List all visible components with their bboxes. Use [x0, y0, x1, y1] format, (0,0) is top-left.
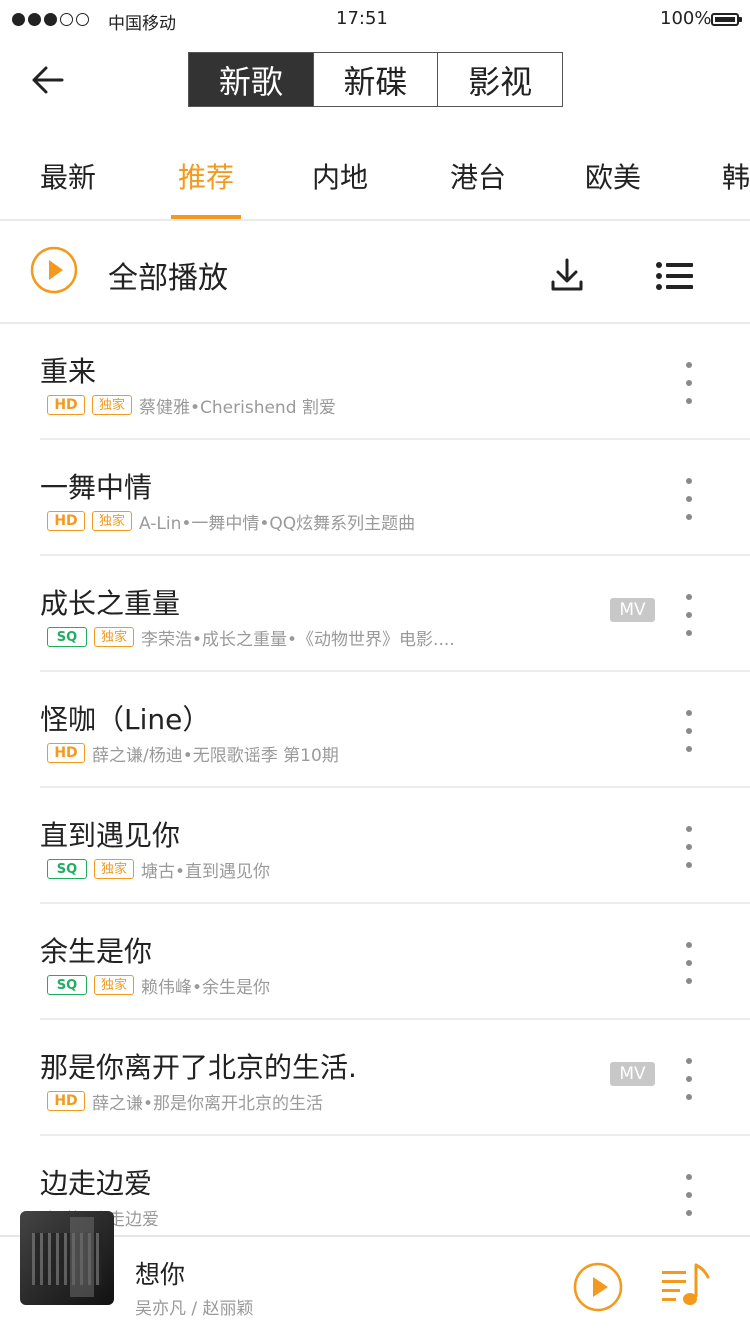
play-all-label[interactable]: 全部播放: [108, 253, 228, 297]
song-title: 余生是你: [40, 935, 153, 968]
now-playing-bar[interactable]: 想你 吴亦凡 / 赵丽颖: [0, 1211, 750, 1336]
song-meta: HD 独家 A-Lin•一舞中情•QQ炫舞系列主题曲: [47, 509, 416, 534]
play-all-bar: 全部播放: [0, 221, 750, 324]
list-icon[interactable]: [655, 261, 695, 291]
exclusive-badge: 独家: [94, 627, 134, 647]
carrier-name: 中国移动: [108, 14, 176, 34]
song-title: 直到遇见你: [40, 819, 181, 852]
more-vertical-icon[interactable]: [680, 478, 698, 520]
song-title: 一舞中情: [40, 471, 153, 504]
song-artist-album: 塘古•直到遇见你: [141, 861, 271, 882]
signal-dot: [60, 13, 73, 26]
now-playing-title: 想你: [135, 1260, 186, 1289]
song-artist-album: 薛之谦•那是你离开北京的生活: [92, 1093, 324, 1114]
category-tabs: 最新 推荐 内地 港台 欧美 韩: [0, 140, 750, 220]
more-vertical-icon[interactable]: [680, 710, 698, 752]
play-circle-icon[interactable]: [573, 1262, 623, 1312]
hd-badge: HD: [47, 1091, 85, 1111]
album-cover[interactable]: [20, 1211, 114, 1305]
signal-dot: [44, 13, 57, 26]
more-vertical-icon[interactable]: [680, 594, 698, 636]
music-queue-icon[interactable]: [660, 1259, 712, 1311]
exclusive-badge: 独家: [92, 395, 132, 415]
song-row[interactable]: 怪咖（Line） HD 薛之谦/杨迪•无限歌谣季 第10期: [0, 672, 750, 788]
song-meta: HD 薛之谦/杨迪•无限歌谣季 第10期: [47, 741, 339, 766]
tab-latest[interactable]: 最新: [40, 156, 96, 196]
segment-new-songs[interactable]: 新歌: [189, 53, 313, 106]
signal-dot: [28, 13, 41, 26]
song-artist-album: 蔡健雅•Cherishend 割爱: [139, 397, 336, 418]
song-meta: SQ 独家 李荣浩•成长之重量•《动物世界》电影....: [47, 625, 455, 650]
song-row[interactable]: 那是你离开了北京的生活. HD 薛之谦•那是你离开北京的生活 MV: [0, 1020, 750, 1136]
tab-western[interactable]: 欧美: [585, 156, 641, 196]
signal-dot: [12, 13, 25, 26]
tab-mainland[interactable]: 内地: [312, 156, 368, 196]
sq-badge: SQ: [47, 859, 87, 879]
more-vertical-icon[interactable]: [680, 362, 698, 404]
status-time: 17:51: [336, 8, 388, 29]
tab-recommended[interactable]: 推荐: [178, 156, 234, 196]
song-title: 边走边爱: [40, 1167, 153, 1200]
exclusive-badge: 独家: [94, 859, 134, 879]
segment-new-albums[interactable]: 新碟: [312, 53, 438, 106]
sq-badge: SQ: [47, 975, 87, 995]
song-list: 重来 HD 独家 蔡健雅•Cherishend 割爱 一舞中情 HD 独家 A-Lin•一舞中…: [0, 324, 750, 1252]
song-meta: SQ 独家 赖伟峰•余生是你: [47, 973, 271, 998]
hd-badge: HD: [47, 743, 85, 763]
song-row[interactable]: 余生是你 SQ 独家 赖伟峰•余生是你: [0, 904, 750, 1020]
song-row[interactable]: 直到遇见你 SQ 独家 塘古•直到遇见你: [0, 788, 750, 904]
song-artist-album: A-Lin•一舞中情•QQ炫舞系列主题曲: [139, 513, 416, 534]
hd-badge: HD: [47, 395, 85, 415]
exclusive-badge: 独家: [92, 511, 132, 531]
hd-badge: HD: [47, 511, 85, 531]
more-vertical-icon[interactable]: [680, 826, 698, 868]
sq-badge: SQ: [47, 627, 87, 647]
now-playing-artist: 吴亦凡 / 赵丽颖: [135, 1299, 254, 1319]
segment-film-tv[interactable]: 影视: [437, 53, 562, 106]
section-segmented-control: 新歌 新碟 影视: [188, 52, 563, 107]
tab-korean[interactable]: 韩: [722, 156, 750, 196]
download-icon[interactable]: [548, 256, 586, 294]
song-artist-album: 赖伟峰•余生是你: [141, 977, 271, 998]
song-title: 成长之重量: [40, 587, 181, 620]
play-circle-icon[interactable]: [30, 246, 78, 294]
song-title: 重来: [40, 355, 97, 388]
signal-strength-icon: [12, 13, 89, 26]
exclusive-badge: 独家: [94, 975, 134, 995]
song-artist-album: 李荣浩•成长之重量•《动物世界》电影....: [141, 629, 455, 650]
battery-icon: [711, 13, 742, 26]
song-title: 怪咖（Line）: [40, 703, 211, 736]
song-row[interactable]: 重来 HD 独家 蔡健雅•Cherishend 割爱: [0, 324, 750, 440]
song-meta: HD 薛之谦•那是你离开北京的生活: [47, 1089, 324, 1114]
song-row[interactable]: 一舞中情 HD 独家 A-Lin•一舞中情•QQ炫舞系列主题曲: [0, 440, 750, 556]
mv-badge[interactable]: MV: [610, 598, 655, 622]
signal-dot: [76, 13, 89, 26]
more-vertical-icon[interactable]: [680, 942, 698, 984]
back-arrow-icon[interactable]: [28, 60, 68, 100]
battery-percentage: 100%: [660, 8, 712, 29]
mv-badge[interactable]: MV: [610, 1062, 655, 1086]
song-title: 那是你离开了北京的生活.: [40, 1051, 357, 1084]
more-vertical-icon[interactable]: [680, 1058, 698, 1100]
song-row[interactable]: 成长之重量 SQ 独家 李荣浩•成长之重量•《动物世界》电影.... MV: [0, 556, 750, 672]
song-artist-album: 薛之谦/杨迪•无限歌谣季 第10期: [92, 745, 339, 766]
more-vertical-icon[interactable]: [680, 1174, 698, 1216]
status-bar: 中国移动 17:51 100%: [0, 0, 750, 40]
song-meta: SQ 独家 塘古•直到遇见你: [47, 857, 271, 882]
tab-hk-tw[interactable]: 港台: [450, 156, 506, 196]
song-meta: HD 独家 蔡健雅•Cherishend 割爱: [47, 393, 336, 418]
